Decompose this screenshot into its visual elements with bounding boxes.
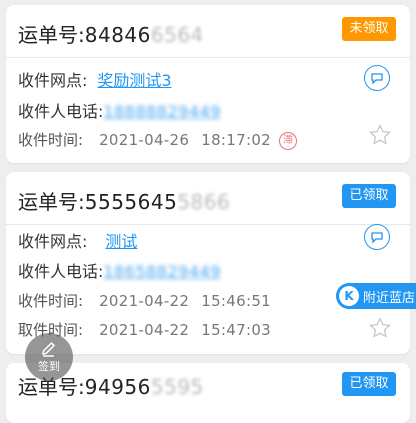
status-badge: 已领取: [342, 184, 396, 208]
receive-time-value: 2021-04-22 15:46:51: [99, 292, 271, 310]
phone-label: 收件人电话:: [18, 102, 104, 121]
waybill-masked-digits: 5866: [177, 190, 231, 214]
receive-time-label: 收件时间:: [18, 131, 84, 149]
phone-row: 收件人电话:18658829449: [18, 258, 221, 282]
receive-date: 2021-04-26: [99, 131, 190, 149]
waybill-card[interactable]: 运单号:55556455866 已领取 收件网点: 测试 收件人电话:186588…: [6, 172, 410, 354]
nearby-store-label: 附近蓝店: [363, 290, 416, 306]
receive-time-value: 2021-04-26 18:17:02: [99, 131, 271, 149]
outlet-row: 收件网点: 测试: [18, 228, 137, 252]
phone-link[interactable]: 18658829449: [103, 262, 220, 281]
receive-time: 15:46:51: [201, 292, 272, 310]
waybill-digits: 5555645: [84, 190, 178, 214]
pickup-date: 2021-04-22: [99, 321, 190, 339]
receive-time-row: 收件时间: 2021-04-26 18:17:02 滞: [18, 129, 298, 150]
receive-time: 18:17:02: [201, 131, 272, 149]
outlet-label: 收件网点:: [18, 232, 88, 251]
status-badge: 已领取: [342, 372, 396, 396]
phone-link[interactable]: 18888829449: [103, 102, 220, 121]
card-header: 运单号:848466564 未领取: [6, 5, 410, 58]
waybill-label: 运单号:: [18, 23, 85, 47]
card-header: 运单号:55556455866 已领取: [6, 172, 410, 225]
location-k-icon: K: [339, 286, 359, 306]
phone-label: 收件人电话:: [18, 262, 104, 281]
star-outline-icon[interactable]: [368, 316, 392, 344]
receive-time-label: 收件时间:: [18, 292, 84, 310]
sign-in-button[interactable]: 签到: [25, 333, 73, 381]
waybill-digits: 94956: [84, 375, 151, 399]
pickup-time-value: 2021-04-22 15:47:03: [99, 321, 271, 339]
waybill-label: 运单号:: [18, 190, 85, 214]
urgent-tag: 滞: [279, 132, 298, 150]
waybill-masked-digits: 5595: [150, 375, 204, 399]
pickup-time: 15:47:03: [201, 321, 272, 339]
sign-in-label: 签到: [38, 360, 60, 373]
pencil-icon: [42, 341, 56, 357]
waybill-number: 运单号:848466564: [18, 19, 204, 48]
chat-bubble-icon[interactable]: [364, 65, 390, 91]
outlet-row: 收件网点: 奖励测试3: [18, 67, 172, 91]
waybill-masked-digits: 6564: [150, 23, 204, 47]
status-badge: 未领取: [342, 17, 396, 41]
waybill-digits: 84846: [84, 23, 151, 47]
outlet-link[interactable]: 奖励测试3: [97, 71, 171, 90]
nearby-store-button[interactable]: K 附近蓝店: [336, 283, 416, 309]
outlet-link[interactable]: 测试: [105, 232, 137, 251]
receive-time-row: 收件时间: 2021-04-22 15:46:51: [18, 290, 271, 311]
waybill-number: 运单号:55556455866: [18, 186, 230, 215]
receive-date: 2021-04-22: [99, 292, 190, 310]
phone-row: 收件人电话:18888829449: [18, 98, 221, 122]
star-outline-icon[interactable]: [368, 123, 392, 151]
outlet-label: 收件网点:: [18, 71, 88, 90]
waybill-card[interactable]: 运单号:848466564 未领取 收件网点: 奖励测试3 收件人电话:18888…: [6, 5, 410, 163]
chat-bubble-icon[interactable]: [364, 224, 390, 250]
